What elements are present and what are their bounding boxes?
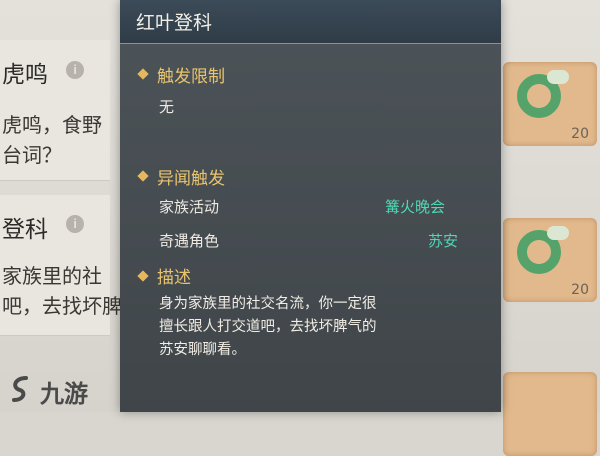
trigger-value: 苏安 [428,232,459,250]
reward-count: 20 [571,126,589,142]
watermark-logo-icon [12,376,28,402]
section-description: 描述 [157,268,191,288]
event-tooltip: 红叶登科 触发限制 无 异闻触发 家族活动 篝火晚会 奇遇角色 苏安 描述 身为… [120,0,501,412]
tooltip-header: 红叶登科 [120,0,501,44]
reward-item-slot[interactable] [503,372,597,456]
diamond-bullet-icon [137,270,149,282]
trigger-key: 奇遇角色 [159,232,220,250]
ring-ornament [547,70,569,84]
reward-item-slot[interactable]: 20 [503,218,597,302]
trigger-value: 篝火晚会 [385,198,446,216]
diamond-bullet-icon [137,170,149,182]
info-icon[interactable]: i [66,215,84,233]
description-line: 擅长跟人打交道吧，去找坏脾气的 [159,319,377,335]
quest-desc-line: 家族里的社 [2,264,102,288]
site-watermark: 九游 [0,370,120,412]
quest-desc-line: 吧，去找坏脾 [2,294,122,318]
trigger-key: 家族活动 [159,198,220,216]
info-icon[interactable]: i [66,61,84,79]
section-trigger-limit: 触发限制 [157,67,225,87]
quest-title: 虎鸣 [2,62,48,88]
description-line: 身为家族里的社交名流，你一定很 [159,296,377,312]
watermark-text: 九游 [40,380,88,408]
quest-desc-line: 虎鸣，食野 [2,113,102,137]
ring-ornament [547,226,569,240]
reward-count: 20 [571,282,589,298]
section-anecdote-trigger: 异闻触发 [157,169,225,189]
tooltip-title: 红叶登科 [136,12,213,34]
trigger-limit-value: 无 [159,98,175,116]
description-line: 苏安聊聊看。 [159,342,246,358]
quest-title: 登科 [2,217,48,243]
diamond-bullet-icon [137,68,149,80]
quest-desc-line: 台词？ [2,143,62,167]
reward-item-slot[interactable]: 20 [503,62,597,146]
